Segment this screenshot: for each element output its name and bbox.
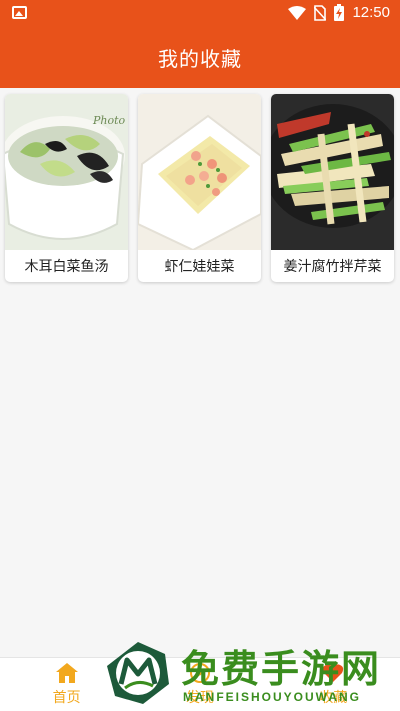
favorite-card[interactable]: 虾仁娃娃菜 (138, 94, 261, 282)
page-title: 我的收藏 (158, 46, 242, 71)
nav-item-discover[interactable]: 发现 (133, 658, 266, 711)
app-bar: 我的收藏 (0, 26, 400, 88)
nav-label-discover: 发现 (185, 689, 214, 706)
wifi-icon (288, 5, 307, 20)
home-icon (55, 662, 78, 683)
gallery-icon (12, 6, 27, 19)
nav-item-favorites[interactable]: 收藏 (267, 658, 400, 711)
nav-label-favorites: 收藏 (319, 689, 348, 706)
bottom-nav: 首页 发现 收藏 (0, 657, 400, 711)
discover-icon (189, 662, 210, 683)
dish-name: 姜汁腐竹拌芹菜 (283, 259, 382, 275)
dish-name: 虾仁娃娃菜 (164, 259, 235, 275)
photo-watermark-text: Photo (92, 114, 126, 127)
nav-item-home[interactable]: 首页 (0, 658, 133, 711)
nav-label-home: 首页 (52, 689, 81, 706)
dish-photo: Photo (5, 94, 128, 250)
status-bar: 12:50 (0, 0, 400, 26)
status-icons: 12:50 (288, 4, 390, 21)
favorites-grid: Photo 木耳白菜鱼汤 虾仁娃娃菜 姜汁腐竹拌芹菜 (5, 94, 395, 282)
favorite-icon (323, 663, 344, 682)
favorite-card[interactable]: 姜汁腐竹拌芹菜 (271, 94, 394, 282)
no-sim-icon (314, 4, 327, 21)
status-time: 12:50 (352, 4, 390, 21)
favorite-card[interactable]: Photo 木耳白菜鱼汤 (5, 94, 128, 282)
dish-photo (138, 94, 261, 250)
battery-charging-icon (334, 4, 345, 21)
dish-photo (271, 94, 394, 250)
dish-name: 木耳白菜鱼汤 (24, 259, 109, 275)
